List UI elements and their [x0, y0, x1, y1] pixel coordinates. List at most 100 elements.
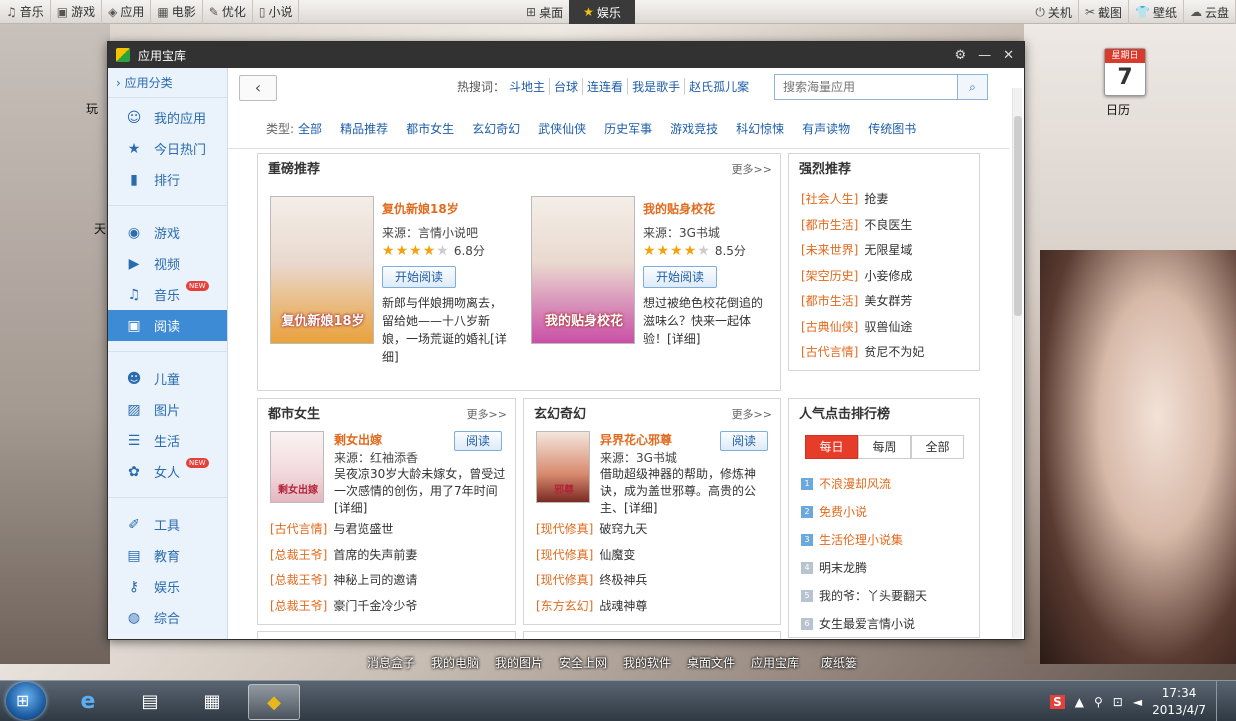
clock[interactable]: 17:34 2013/4/7 — [1152, 685, 1206, 719]
book-list-item[interactable]: [总裁王爷] 首席的失声前妻 — [270, 546, 417, 563]
settings-icon[interactable]: ⚙ — [954, 48, 966, 63]
book-list-item[interactable]: [古代言情] 与君览盛世 — [270, 520, 393, 537]
topbar-item-app[interactable]: ◈ 应用 — [102, 0, 152, 24]
book-list-item[interactable]: [总裁王爷] 神秘上司的邀请 — [270, 571, 417, 588]
book-cover[interactable]: 邪尊 — [536, 431, 590, 503]
strong-recommend-item[interactable]: [架空历史] 小妾修成 — [801, 267, 912, 284]
hot-word-link[interactable]: 连连看 — [583, 78, 629, 95]
sidebar-item-9[interactable]: ☰ 生活 — [108, 425, 227, 456]
book-title[interactable]: 复仇新娘18岁 — [382, 200, 459, 217]
sidebar-item-14[interactable]: ◍ 综合 — [108, 602, 227, 633]
volume-icon[interactable]: ◄ — [1133, 695, 1142, 709]
topbar-item-film[interactable]: ▦ 电影 — [151, 0, 203, 24]
sidebar-item-12[interactable]: ▤ 教育 — [108, 540, 227, 571]
sidebar-item-11[interactable]: ✐ 工具 — [108, 509, 227, 540]
book-list-item[interactable]: [现代修真] 仙魔变 — [536, 546, 635, 563]
strong-recommend-item[interactable]: [都市生活] 不良医生 — [801, 216, 912, 233]
sidebar-item-10[interactable]: ✿ 女人 NEW — [108, 456, 227, 487]
desktop-icon-label[interactable]: 天 — [94, 220, 106, 237]
scrollbar[interactable] — [1012, 88, 1022, 638]
topbar-item-power[interactable]: ⏻ 关机 — [1029, 0, 1079, 24]
strong-recommend-item[interactable]: [古典仙侠] 驭兽仙途 — [801, 318, 912, 335]
hot-word-link[interactable]: 斗地主 — [505, 78, 551, 95]
hot-word-link[interactable]: 台球 — [550, 78, 584, 95]
type-filter-link[interactable]: 精品推荐 — [340, 120, 388, 137]
book-cover[interactable]: 我的贴身校花 — [531, 196, 635, 344]
strong-recommend-item[interactable]: [未来世界] 无限星域 — [801, 241, 912, 258]
strong-recommend-item[interactable]: [社会人生] 抢妻 — [801, 190, 888, 207]
type-filter-link[interactable]: 武侠仙侠 — [538, 120, 586, 137]
fantasy-more-link[interactable]: 更多>> — [732, 408, 772, 422]
sidebar-item-8[interactable]: ▨ 图片 — [108, 394, 227, 425]
sidebar-item-6[interactable]: ▣ 阅读 — [108, 310, 227, 341]
ranking-item[interactable]: 6 女生最爱言情小说 — [801, 615, 915, 632]
hot-word-link[interactable]: 我是歌手 — [628, 78, 686, 95]
book-cover[interactable]: 复仇新娘18岁 — [270, 196, 374, 344]
start-reading-button[interactable]: 开始阅读 — [643, 266, 717, 288]
topbar-item-game[interactable]: ▣ 游戏 — [51, 0, 103, 24]
taskbar-app-button[interactable]: ▤ — [124, 684, 176, 720]
dock-item-2[interactable]: 我的图片 — [495, 654, 543, 671]
type-filter-link[interactable]: 全部 — [298, 120, 322, 137]
topbar-item-star[interactable]: ★ 娱乐 — [569, 0, 635, 24]
ranking-tab-1[interactable]: 每周 — [858, 435, 911, 459]
window-titlebar[interactable]: 应用宝库 ⚙ — ✕ — [108, 42, 1024, 68]
search-icon[interactable]: ⌕ — [957, 75, 987, 99]
dock-item-4[interactable]: 我的软件 — [623, 654, 671, 671]
featured-more-link[interactable]: 更多>> — [732, 163, 772, 177]
dock-item-6[interactable]: 应用宝库 — [751, 654, 799, 671]
sidebar-item-4[interactable]: ▶ 视频 — [108, 248, 227, 279]
sidebar-item-13[interactable]: ⚷ 娱乐 — [108, 571, 227, 602]
book-title[interactable]: 剩女出嫁 — [334, 431, 382, 448]
book-title[interactable]: 异界花心邪尊 — [600, 431, 672, 448]
dock-item-7[interactable]: 废纸篓 — [821, 654, 857, 671]
taskbar-app-button[interactable]: ▦ — [186, 684, 238, 720]
arrow-up-icon[interactable]: ▲ — [1075, 695, 1084, 709]
type-filter-link[interactable]: 有声读物 — [802, 120, 850, 137]
sidebar-item-5[interactable]: ♫ 音乐 NEW — [108, 279, 227, 310]
sidebar-item-1[interactable]: ★ 今日热门 — [108, 133, 227, 164]
show-desktop-button[interactable] — [1216, 681, 1226, 721]
hot-word-link[interactable]: 赵氏孤儿案 — [685, 78, 753, 95]
book-cover[interactable]: 剩女出嫁 — [270, 431, 324, 503]
book-list-item[interactable]: [现代修真] 破窍九天 — [536, 520, 647, 537]
network-icon[interactable]: ⊡ — [1113, 695, 1123, 709]
read-button[interactable]: 阅读 — [454, 431, 502, 451]
minimize-button[interactable]: — — [978, 48, 991, 63]
book-title[interactable]: 我的贴身校花 — [643, 200, 715, 217]
type-filter-link[interactable]: 玄幻奇幻 — [472, 120, 520, 137]
book-detail-link[interactable]: [详细] — [624, 501, 657, 515]
calendar-icon[interactable]: 星期日 7 — [1104, 48, 1146, 96]
search-input[interactable] — [775, 75, 957, 99]
type-filter-link[interactable]: 历史军事 — [604, 120, 652, 137]
sidebar-item-7[interactable]: ☻ 儿童 — [108, 363, 227, 394]
sidebar-header[interactable]: › 应用分类 — [108, 68, 227, 98]
scrollbar-thumb[interactable] — [1014, 116, 1022, 316]
ranking-item[interactable]: 4 明末龙腾 — [801, 559, 867, 576]
ranking-item[interactable]: 1 不浪漫却风流 — [801, 475, 891, 492]
urban-more-link[interactable]: 更多>> — [467, 408, 507, 422]
ranking-tab-2[interactable]: 全部 — [911, 435, 964, 459]
ranking-tab-0[interactable]: 每日 — [805, 435, 858, 459]
book-detail-link[interactable]: [详细] — [334, 501, 367, 515]
type-filter-link[interactable]: 游戏竞技 — [670, 120, 718, 137]
topbar-item-music[interactable]: ♫ 音乐 — [0, 0, 51, 24]
strong-recommend-item[interactable]: [都市生活] 美女群芳 — [801, 292, 912, 309]
ranking-item[interactable]: 3 生活伦理小说集 — [801, 531, 903, 548]
ranking-item[interactable]: 2 免费小说 — [801, 503, 867, 520]
sidebar-item-0[interactable]: ☺ 我的应用 — [108, 102, 227, 133]
back-button[interactable]: ‹ — [239, 75, 277, 101]
calendar-label[interactable]: 日历 — [1106, 101, 1130, 118]
topbar-item-screenshot[interactable]: ✂ 截图 — [1079, 0, 1130, 24]
dock-item-1[interactable]: 我的电脑 — [431, 654, 479, 671]
start-reading-button[interactable]: 开始阅读 — [382, 266, 456, 288]
topbar-item-book[interactable]: ▯ 小说 — [253, 0, 300, 24]
topbar-item-cloud[interactable]: ☁ 云盘 — [1184, 0, 1236, 24]
topbar-item-optimize[interactable]: ✎ 优化 — [203, 0, 253, 24]
dock-item-5[interactable]: 桌面文件 — [687, 654, 735, 671]
topbar-item-wallpaper[interactable]: 👕 壁纸 — [1129, 0, 1184, 24]
read-button[interactable]: 阅读 — [720, 431, 768, 451]
book-list-item[interactable]: [东方玄幻] 战魂神尊 — [536, 597, 647, 614]
close-button[interactable]: ✕ — [1003, 48, 1014, 63]
ranking-item[interactable]: 5 我的爷：丫头要翻天 — [801, 587, 927, 604]
